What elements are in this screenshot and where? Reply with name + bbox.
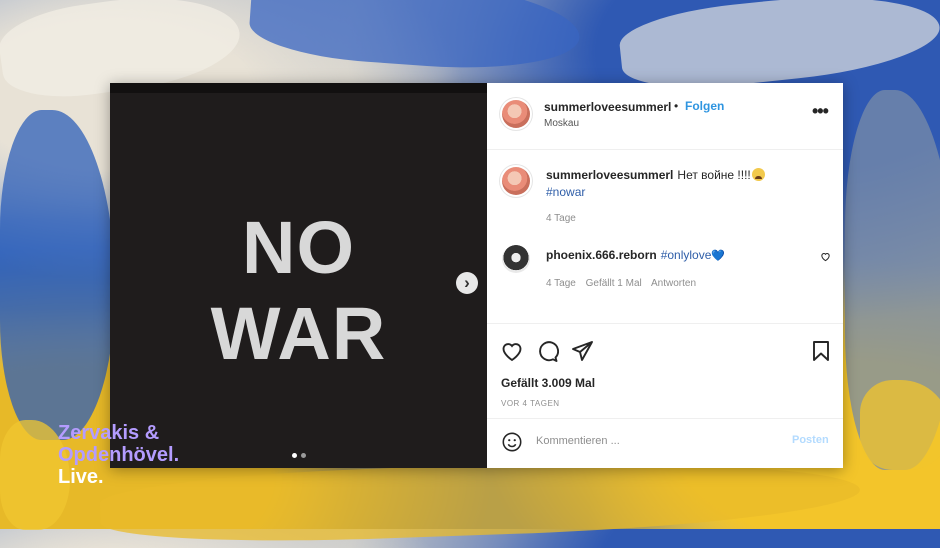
- caption-text: Нет войне !!!!: [677, 168, 751, 182]
- post-age: VOR 4 TAGEN: [501, 399, 560, 408]
- reply-button[interactable]: Antworten: [651, 278, 696, 289]
- comment-composer: Posten: [487, 418, 843, 465]
- carousel-dot[interactable]: [301, 453, 306, 458]
- comment-heart-icon[interactable]: [820, 251, 831, 262]
- heart-icon[interactable]: [500, 339, 524, 363]
- crying-face-icon: [751, 168, 765, 181]
- comment-icon[interactable]: [535, 339, 559, 363]
- share-icon[interactable]: [570, 339, 594, 363]
- comment-time: 4 Tage: [546, 278, 576, 289]
- comment-likes[interactable]: Gefällt 1 Mal: [586, 278, 642, 289]
- comment-username[interactable]: phoenix.666.reborn: [546, 248, 657, 262]
- post-side-panel: summerloveesummerl • Folgen Moskau ••• s…: [487, 83, 843, 468]
- logo-line-1: Zervakis &: [58, 422, 160, 444]
- image-text-no: NO: [242, 206, 355, 289]
- post-comment-button[interactable]: Posten: [792, 434, 829, 446]
- post-header: summerloveesummerl • Folgen Moskau •••: [487, 83, 843, 150]
- action-bar: Gefällt 3.009 Mal VOR 4 TAGEN Posten: [487, 323, 843, 464]
- caption-username[interactable]: summerloveesummerl: [546, 168, 673, 182]
- post-image: NO WAR ›: [110, 83, 487, 468]
- caption: summerloveesummerl Нет войне !!!!: [546, 168, 765, 182]
- comment-hashtag[interactable]: #onlylove: [661, 248, 712, 262]
- location-link[interactable]: Moskau: [544, 118, 579, 129]
- logo-line-3: Live.: [58, 466, 104, 488]
- comment-input[interactable]: [536, 430, 776, 452]
- caption-timestamp: 4 Tage: [546, 213, 576, 224]
- carousel-dots: [292, 453, 306, 458]
- carousel-dot-active[interactable]: [292, 453, 297, 458]
- commenter-avatar[interactable]: [502, 245, 530, 273]
- author-username[interactable]: summerloveesummerl: [544, 100, 671, 114]
- next-arrow-icon[interactable]: ›: [456, 272, 478, 294]
- comment-meta: 4 Tage Gefällt 1 Mal Antworten: [546, 278, 703, 289]
- image-text-war: WAR: [210, 292, 387, 375]
- smiley-icon[interactable]: [501, 431, 523, 453]
- show-logo: Zervakis & Opdenhövel. Live.: [58, 422, 179, 488]
- more-icon[interactable]: •••: [812, 101, 829, 122]
- bookmark-icon[interactable]: [809, 339, 833, 363]
- avatar[interactable]: [502, 100, 530, 128]
- caption-hashtag[interactable]: #nowar: [546, 185, 585, 199]
- caption-avatar[interactable]: [502, 167, 530, 195]
- separator-dot: •: [674, 99, 679, 113]
- blue-heart-icon: 💙: [711, 250, 726, 262]
- logo-line-2: Opdenhövel.: [58, 444, 180, 466]
- comment: phoenix.666.reborn #onlylove💙: [546, 248, 725, 262]
- instagram-post-card: NO WAR › summerloveesummerl • Folgen Mos…: [110, 83, 843, 468]
- follow-button[interactable]: Folgen: [685, 99, 724, 113]
- like-count[interactable]: Gefällt 3.009 Mal: [501, 376, 595, 390]
